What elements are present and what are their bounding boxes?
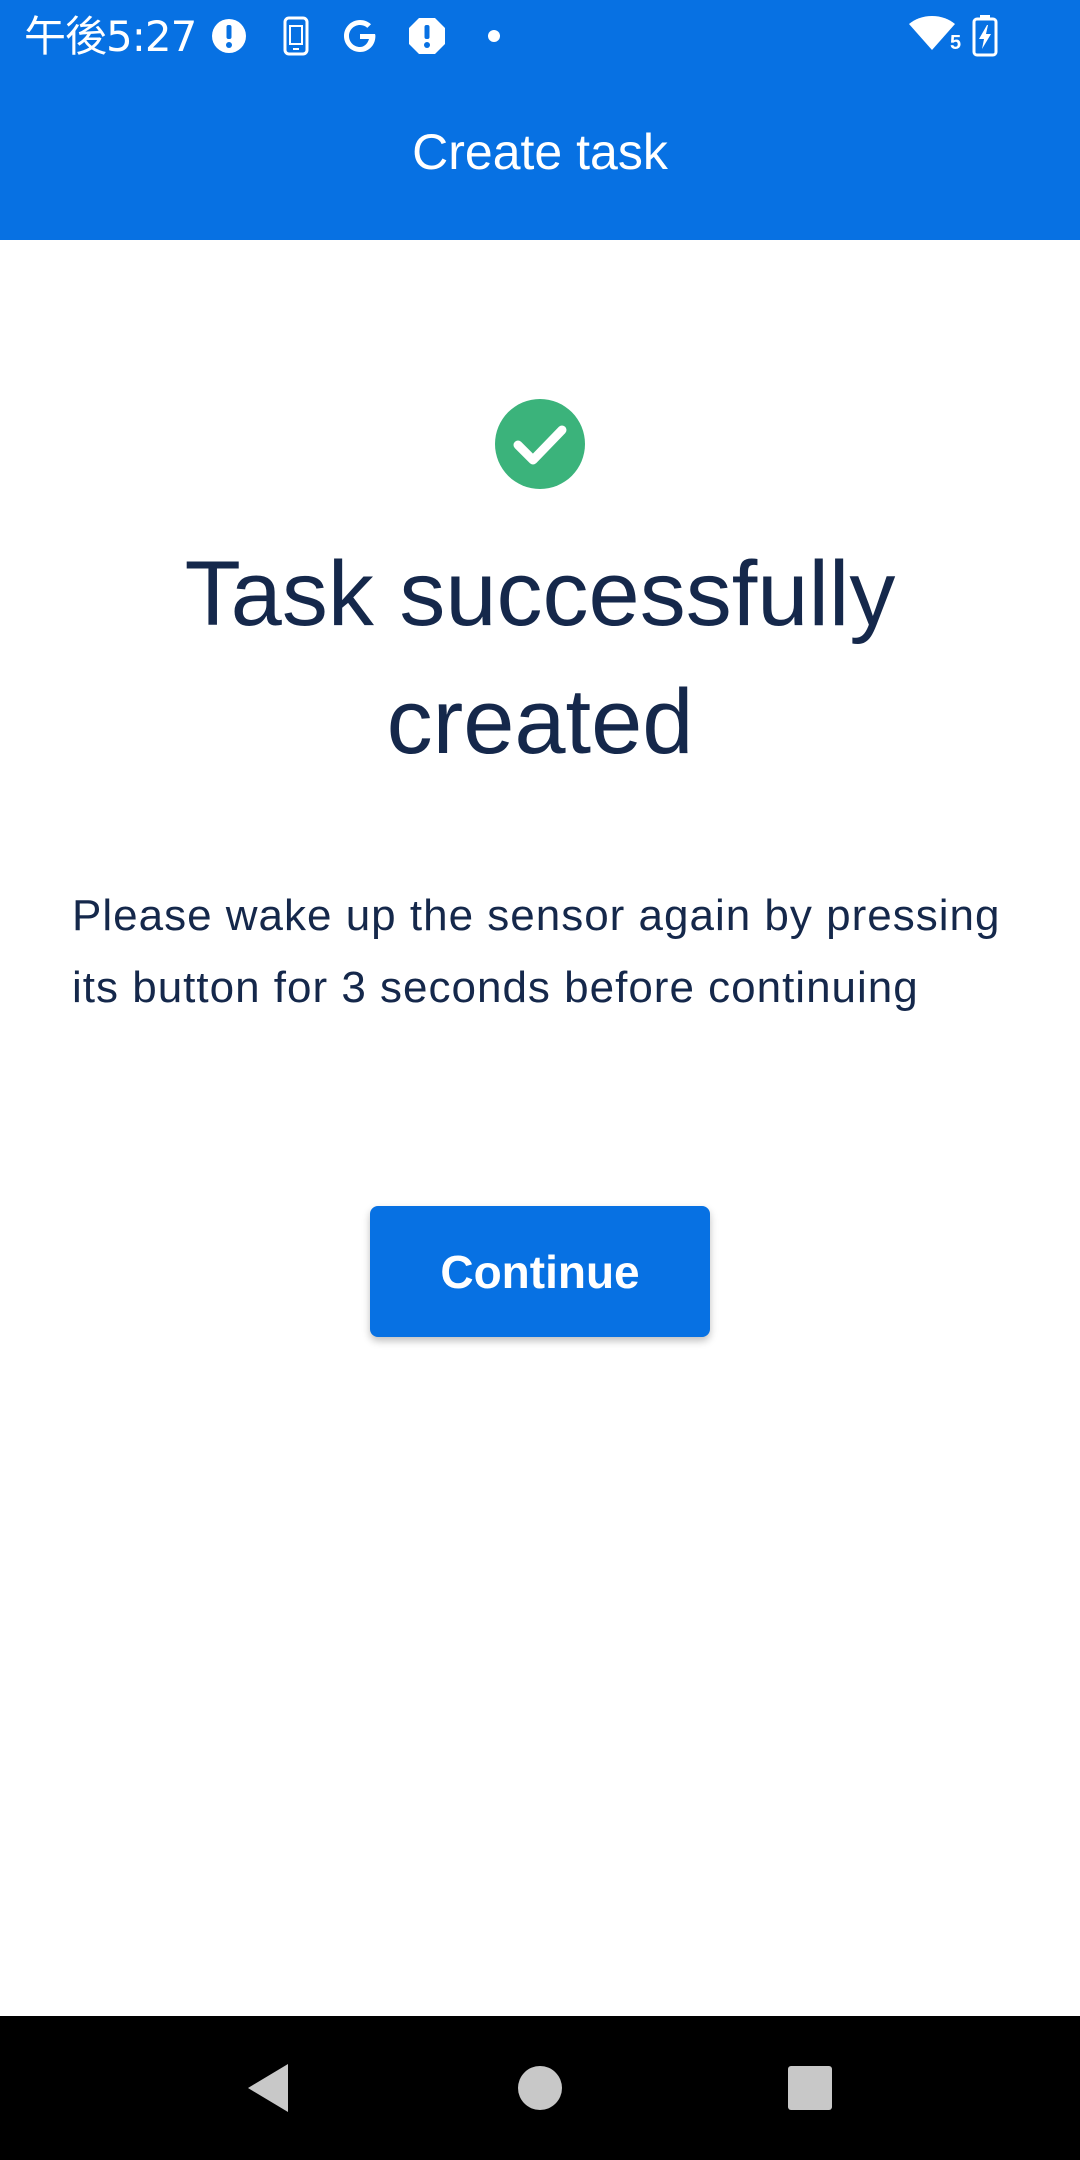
wifi-icon: 5 — [908, 14, 961, 58]
phone-sync-icon — [283, 14, 309, 58]
nav-recents-button[interactable] — [738, 2016, 882, 2160]
alert-circle-icon — [211, 14, 247, 58]
screen: 午後5:27 5 Create task Task successfully c… — [0, 0, 1080, 2160]
page-title: Create task — [412, 124, 668, 180]
navigation-bar — [0, 2016, 1080, 2160]
app-bar: Create task — [0, 74, 1080, 240]
battery-charging-icon — [972, 14, 998, 58]
nav-back-button[interactable] — [196, 2016, 340, 2160]
success-heading-line2: created — [386, 671, 694, 773]
nav-home-button[interactable] — [468, 2016, 612, 2160]
dot-icon — [488, 14, 500, 58]
status-bar: 午後5:27 5 — [0, 0, 1080, 74]
home-icon — [518, 2066, 562, 2110]
recents-icon — [788, 2066, 832, 2110]
google-icon — [340, 14, 380, 58]
instruction-text: Please wake up the sensor again by press… — [72, 891, 1001, 1012]
wifi-badge: 5 — [950, 31, 962, 54]
check-circle-icon — [495, 399, 585, 489]
status-time: 午後5:27 — [24, 12, 197, 61]
success-heading-line1: Task successfully — [184, 543, 896, 645]
continue-button[interactable]: Continue — [370, 1206, 710, 1337]
success-heading: Task successfully created — [60, 530, 1020, 786]
back-icon — [248, 2064, 288, 2112]
alert-octagon-icon — [408, 14, 446, 58]
